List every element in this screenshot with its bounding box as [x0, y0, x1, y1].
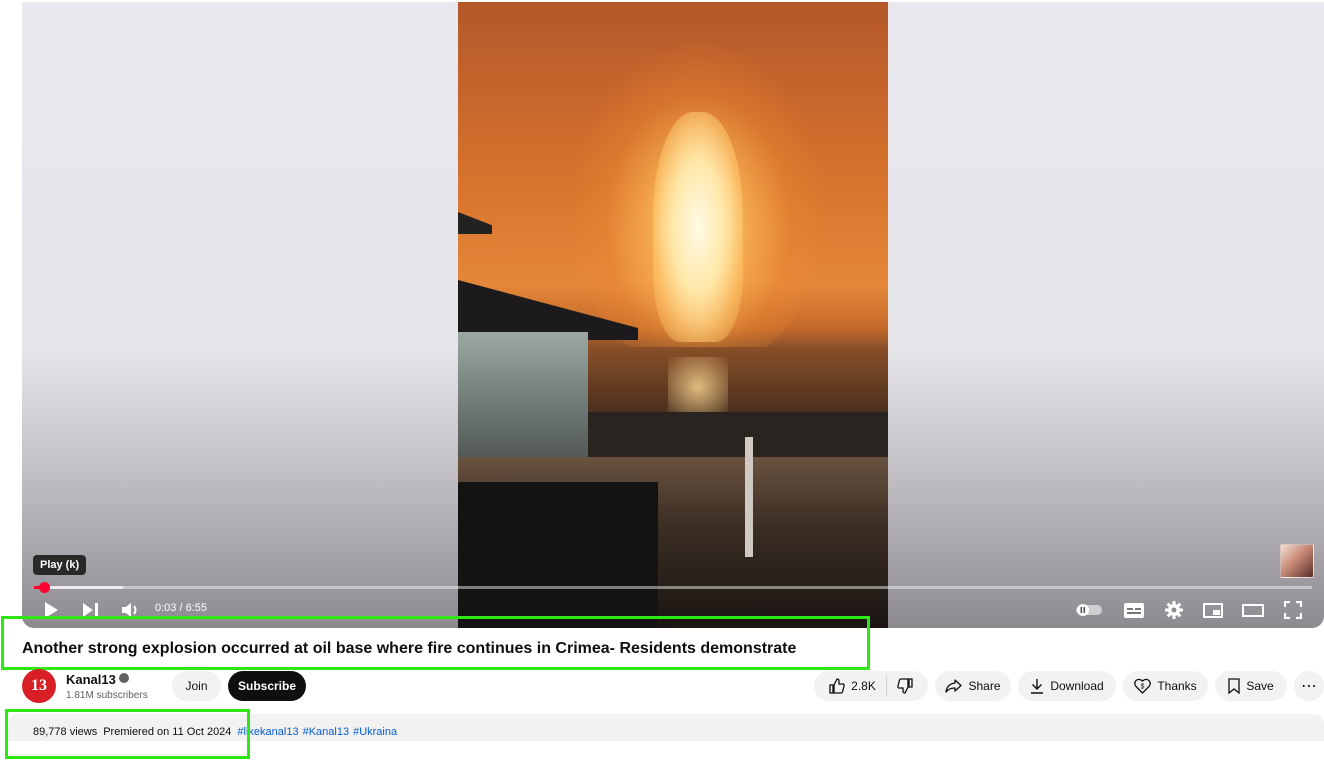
video-player[interactable]: Play (k) 0:03 / 6:55 — [22, 2, 1324, 628]
duration: 6:55 — [185, 602, 208, 614]
channel-avatar-text: 13 — [31, 677, 47, 694]
play-tooltip: Play (k) — [33, 555, 87, 575]
video-title: Another strong explosion occurred at oil… — [22, 640, 797, 657]
like-button[interactable]: 2.8K — [829, 678, 880, 694]
sign-silhouette — [458, 212, 492, 234]
hashtag-link[interactable]: #Kanal13 — [303, 726, 350, 738]
thanks-label: Thanks — [1157, 679, 1197, 693]
subscriber-count: 1.81M subscribers — [66, 690, 148, 701]
volume-button[interactable] — [118, 598, 144, 622]
next-button[interactable] — [78, 598, 104, 622]
download-label: Download — [1050, 679, 1104, 693]
settings-button[interactable] — [1161, 598, 1187, 622]
dislike-button[interactable] — [893, 678, 913, 694]
hashtag-link[interactable]: #likekanal13 — [237, 726, 298, 738]
play-button[interactable] — [38, 598, 64, 622]
svg-text:$: $ — [1141, 684, 1145, 691]
post — [745, 437, 753, 557]
thumbs-down-icon — [897, 678, 913, 694]
verified-badge-icon — [119, 673, 129, 683]
time-display: 0:03 / 6:55 — [155, 602, 207, 614]
fire-reflection — [668, 357, 728, 417]
progress-scrubber[interactable] — [39, 582, 50, 593]
gear-icon — [1165, 601, 1183, 619]
miniplayer-icon — [1203, 602, 1223, 618]
save-button[interactable]: Save — [1215, 671, 1287, 701]
fullscreen-icon — [1284, 601, 1302, 619]
progress-bar[interactable] — [34, 586, 1312, 589]
fire-core — [653, 112, 743, 342]
autoplay-toggle[interactable] — [1074, 598, 1104, 622]
foreground-wall — [458, 482, 658, 628]
subtitles-icon — [1124, 602, 1144, 618]
like-divider — [885, 676, 887, 696]
premiere-date: Premiered on 11 Oct 2024 — [103, 726, 232, 738]
bookmark-icon — [1228, 678, 1240, 694]
theater-mode-icon — [1242, 603, 1264, 617]
fullscreen-button[interactable] — [1280, 598, 1306, 622]
more-actions-button[interactable]: ⋯ — [1294, 671, 1324, 701]
hashtag-link[interactable]: #Ukraina — [353, 726, 397, 738]
play-icon — [45, 602, 58, 618]
miniplayer-button[interactable] — [1200, 598, 1226, 622]
thanks-heart-dollar-icon: $ — [1134, 678, 1152, 694]
subscribe-label: Subscribe — [237, 679, 297, 693]
share-icon — [945, 679, 963, 693]
save-label: Save — [1246, 679, 1274, 693]
current-time: 0:03 — [155, 602, 177, 614]
like-dislike-group: 2.8K — [814, 671, 928, 701]
share-label: Share — [968, 679, 1001, 693]
description-info: 89,778 views Premiered on 11 Oct 2024 #lik… — [33, 726, 397, 738]
theater-mode-button[interactable] — [1240, 598, 1266, 622]
download-icon — [1031, 679, 1044, 694]
more-actions-icon: ⋯ — [1301, 678, 1317, 695]
skip-next-icon — [83, 603, 98, 617]
pier — [588, 412, 888, 457]
time-separator: / — [176, 602, 186, 614]
volume-icon — [122, 603, 137, 617]
like-count: 2.8K — [851, 679, 876, 693]
channel-name[interactable]: Kanal13 — [66, 672, 116, 687]
channel-watermark[interactable] — [1280, 544, 1314, 578]
channel-avatar[interactable]: 13 — [22, 669, 56, 703]
join-label: Join — [185, 679, 208, 693]
join-button[interactable]: Join — [172, 671, 221, 701]
subtitles-button[interactable] — [1121, 598, 1147, 622]
share-button[interactable]: Share — [935, 671, 1011, 701]
thumbs-up-icon — [829, 678, 845, 694]
subscribe-button[interactable]: Subscribe — [228, 671, 306, 701]
view-count: 89,778 views — [33, 726, 98, 738]
download-button[interactable]: Download — [1018, 671, 1116, 701]
building-shadow — [458, 332, 588, 472]
autoplay-toggle-icon — [1076, 604, 1102, 616]
video-frame[interactable] — [458, 2, 888, 628]
thanks-button[interactable]: $ Thanks — [1123, 671, 1208, 701]
